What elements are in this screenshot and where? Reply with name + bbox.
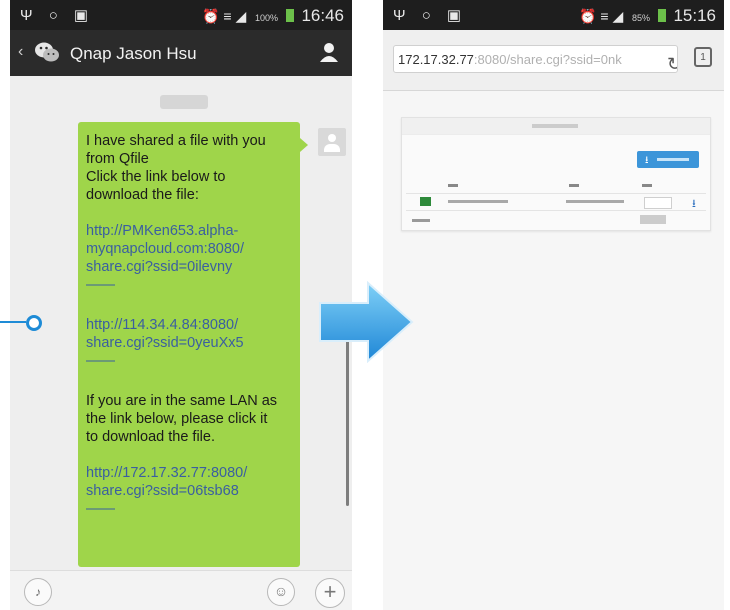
separator: ——: [86, 501, 115, 517]
web-page: ⭳ ⭳: [383, 91, 724, 610]
clock: 16:46: [301, 6, 344, 25]
tabs-icon[interactable]: 1: [694, 47, 712, 67]
download-icon: ⭳: [645, 155, 649, 166]
table-footer: [406, 214, 706, 226]
callout-line: [0, 321, 26, 323]
wechat-icon: [35, 42, 59, 62]
lan-note: to download the file.: [86, 429, 215, 445]
url-host: 172.17.32.77: [398, 52, 474, 67]
arrow-right-icon: [319, 281, 414, 363]
battery-percent: 100%: [254, 13, 278, 23]
signal-icons: ⏰ ≡ ◢: [579, 8, 624, 24]
chat-header: ‹ Qnap Jason Hsu: [10, 30, 352, 76]
lan-note: the link below, please click it: [86, 411, 268, 427]
profile-icon[interactable]: [320, 42, 338, 62]
column-header-size: [569, 184, 579, 187]
plus-button[interactable]: +: [315, 578, 345, 608]
emoji-button[interactable]: ☺: [267, 578, 295, 606]
footer-info: [412, 219, 430, 222]
separator: ——: [86, 277, 115, 293]
url-path: :8080/share.cgi?ssid=0nk: [473, 52, 622, 67]
download-icon[interactable]: ⭳: [692, 195, 696, 214]
back-icon[interactable]: ‹: [18, 43, 23, 61]
battery-icon: [285, 9, 294, 22]
share-link-ip[interactable]: http://114.34.4.84:8080/: [86, 316, 290, 334]
callout-marker: [26, 315, 42, 331]
share-link-lan[interactable]: http://172.17.32.77:8080/: [86, 464, 290, 482]
separator: ——: [86, 353, 115, 369]
signal-icons: ⏰ ≡ ◢: [202, 8, 247, 24]
share-link-myqnapcloud[interactable]: share.cgi?ssid=0ilevny: [86, 258, 290, 276]
browser-toolbar: 172.17.32.77:8080/share.cgi?ssid=0nk ↻ 1: [383, 30, 724, 91]
battery-percent: 85%: [631, 13, 650, 23]
message-bubble[interactable]: I have shared a file with you from Qfile…: [78, 122, 308, 567]
timestamp-chip: [160, 95, 208, 109]
refresh-icon[interactable]: ↻: [667, 50, 677, 72]
intro-line: download the file:: [86, 187, 199, 203]
intro-line: I have shared a file with you: [86, 133, 266, 149]
share-link-lan[interactable]: share.cgi?ssid=06tsb68: [86, 482, 290, 500]
file-name: [448, 200, 508, 203]
panel-title: [532, 124, 578, 128]
clock: 15:16: [673, 6, 716, 25]
avatar-head: [328, 134, 336, 142]
share-link-myqnapcloud[interactable]: http://PMKen653.alpha-: [86, 222, 290, 240]
table-row[interactable]: ⭳: [406, 193, 706, 211]
address-bar[interactable]: 172.17.32.77:8080/share.cgi?ssid=0nk ↻: [393, 45, 678, 73]
intro-line: Click the link below to: [86, 169, 226, 185]
footer-button[interactable]: [640, 215, 666, 224]
notification-icons: Ψ ○ ▣: [20, 7, 95, 24]
lan-note: If you are in the same LAN as: [86, 393, 278, 409]
row-select[interactable]: [644, 197, 672, 209]
status-right: ⏰ ≡ ◢ 85% 15:16: [579, 6, 716, 26]
voice-button[interactable]: ♪: [24, 578, 52, 606]
column-header-action: [642, 184, 652, 187]
status-bar: Ψ ○ ▣ ⏰ ≡ ◢ 100% 16:46: [10, 0, 352, 30]
status-right: ⏰ ≡ ◢ 100% 16:46: [202, 6, 344, 26]
column-header-name: [448, 184, 458, 187]
share-link-myqnapcloud[interactable]: myqnapcloud.com:8080/: [86, 240, 290, 258]
avatar-body: [324, 144, 340, 152]
input-bar: ♪ ☺ +: [10, 570, 352, 610]
file-size: [566, 200, 624, 203]
file-icon: [420, 197, 431, 206]
share-link-ip[interactable]: share.cgi?ssid=0yeuXx5: [86, 334, 290, 352]
table-header: [402, 180, 710, 189]
download-label: [657, 158, 689, 161]
panel-header: [402, 118, 710, 135]
avatar[interactable]: [318, 128, 346, 156]
contact-name: Qnap Jason Hsu: [70, 44, 197, 63]
notification-icons: Ψ ○ ▣: [393, 7, 468, 24]
browser-screen: Ψ ○ ▣ ⏰ ≡ ◢ 85% 15:16 172.17.32.77:8080/…: [383, 0, 724, 610]
intro-line: from Qfile: [86, 151, 149, 167]
share-download-panel: ⭳ ⭳: [401, 117, 711, 231]
status-bar: Ψ ○ ▣ ⏰ ≡ ◢ 85% 15:16: [383, 0, 724, 30]
battery-icon: [657, 9, 666, 22]
download-button[interactable]: ⭳: [637, 151, 699, 168]
chat-screen: Ψ ○ ▣ ⏰ ≡ ◢ 100% 16:46 ‹ Qnap Jason Hsu …: [10, 0, 352, 610]
